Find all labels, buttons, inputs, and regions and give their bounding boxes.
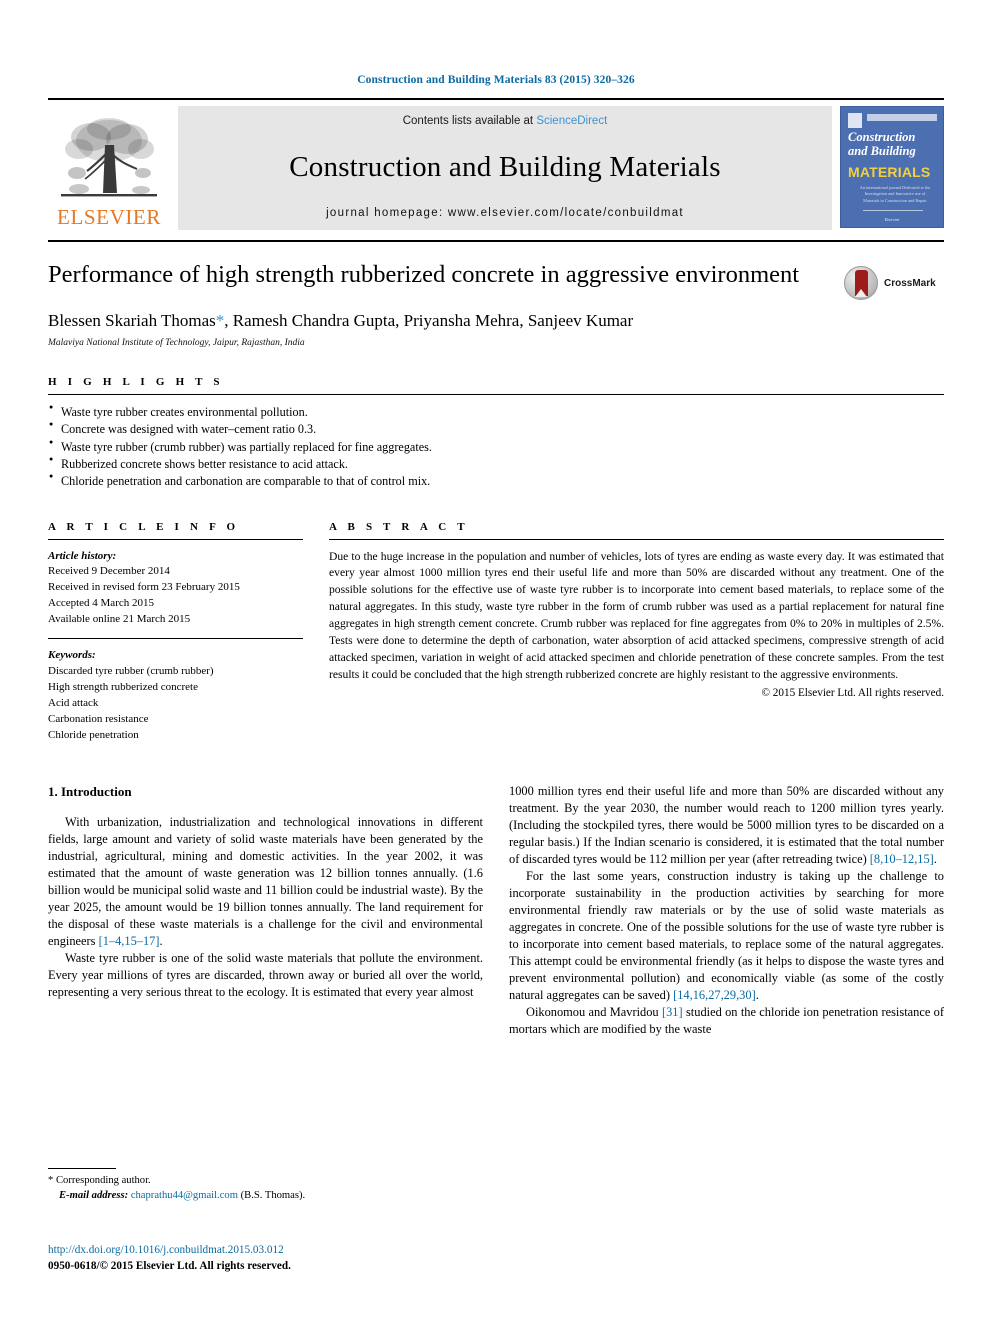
paragraph: 1000 million tyres end their useful life…: [509, 783, 944, 868]
highlights-heading: H I G H L I G H T S: [48, 375, 224, 388]
footnote-star: *: [48, 1175, 54, 1186]
crossmark-icon: [844, 266, 878, 300]
list-item: Chloride penetration and carbonation are…: [48, 472, 944, 490]
author-list: Blessen Skariah Thomas*, Ramesh Chandra …: [48, 311, 944, 331]
cover-line1-text: Construction: [848, 130, 916, 144]
highlights-rule: [48, 393, 944, 395]
cover-title-line1: Construction and Building: [848, 130, 939, 158]
banner-bottom-rule: [48, 240, 944, 242]
citation-reference[interactable]: [31]: [662, 1005, 683, 1019]
article-info-rule: [48, 538, 303, 540]
email-note: E-mail address: chaprathu44@gmail.com (B…: [48, 1189, 495, 1204]
body-column-left: 1. Introduction With urbanization, indus…: [48, 783, 483, 1038]
cover-publisher-mark-icon: [848, 113, 862, 128]
article-page: Construction and Building Materials 83 (…: [0, 0, 992, 1323]
list-item: Concrete was designed with water–cement …: [48, 420, 944, 438]
email-label: E-mail address:: [59, 1189, 129, 1201]
cover-blurb: An international journal Dedicated to th…: [859, 185, 931, 203]
cover-top-bar: [867, 114, 937, 121]
journal-homepage-link[interactable]: journal homepage: www.elsevier.com/locat…: [326, 207, 684, 219]
running-head: Construction and Building Materials 83 (…: [357, 74, 635, 86]
paragraph-text: For the last some years, construction in…: [509, 868, 944, 1002]
corresponding-author-text: Corresponding author.: [55, 1175, 151, 1186]
paragraph-text-tail: .: [159, 933, 163, 948]
keyword-item: Acid attack: [48, 696, 99, 709]
page-title: Performance of high strength rubberized …: [48, 261, 800, 288]
doi-block: http://dx.doi.org/10.1016/j.conbuildmat.…: [48, 1242, 548, 1274]
corresponding-author-note: * Corresponding author.: [48, 1174, 495, 1189]
author-primary: Blessen Skariah Thomas: [48, 310, 216, 330]
crossmark-label: CrossMark: [884, 277, 936, 289]
journal-title: Construction and Building Materials: [289, 150, 721, 183]
keyword-item: Chloride penetration: [48, 728, 139, 741]
list-item: Waste tyre rubber creates environmental …: [48, 403, 944, 421]
cover-divider: [863, 210, 923, 211]
email-link[interactable]: chaprathu44@gmail.com: [131, 1190, 238, 1201]
affiliation: Malaviya National Institute of Technolog…: [48, 337, 305, 348]
article-history-label: Article history:: [48, 549, 117, 562]
elsevier-wordmark: ELSEVIER: [57, 205, 161, 229]
paragraph-text: Oikonomou and Mavridou: [526, 1004, 662, 1019]
email-owner: (B.S. Thomas).: [240, 1189, 306, 1201]
history-item: Accepted 4 March 2015: [48, 596, 154, 609]
cover-footer: Elsevier: [884, 217, 900, 222]
title-block: Performance of high strength rubberized …: [48, 260, 944, 348]
elsevier-tree-icon: [61, 118, 157, 197]
crossmark-badge[interactable]: CrossMark: [844, 262, 944, 304]
paragraph-text-tail: .: [755, 987, 759, 1002]
keyword-item: Discarded tyre rubber (crumb rubber): [48, 664, 214, 677]
highlights-list: Waste tyre rubber creates environmental …: [48, 403, 944, 491]
authors-remaining: , Ramesh Chandra Gupta, Priyansha Mehra,…: [224, 310, 634, 330]
history-item: Available online 21 March 2015: [48, 612, 191, 625]
journal-banner: ELSEVIER Contents lists available at Sci…: [48, 98, 944, 230]
highlights-section: H I G H L I G H T S Waste tyre rubber cr…: [48, 376, 944, 491]
doi-link[interactable]: http://dx.doi.org/10.1016/j.conbuildmat.…: [48, 1242, 548, 1258]
keywords-label: Keywords:: [48, 648, 96, 661]
keyword-item: Carbonation resistance: [48, 712, 149, 725]
cover-line2-text: and Building: [848, 144, 916, 158]
article-info-heading: A R T I C L E I N F O: [48, 520, 240, 533]
body-columns: 1. Introduction With urbanization, indus…: [48, 783, 944, 1038]
abstract-column: A B S T R A C T Due to the huge increase…: [329, 521, 944, 743]
article-history: Article history: Received 9 December 201…: [48, 549, 303, 628]
paragraph-text-tail: .: [933, 851, 937, 866]
issn-copyright-line: 0950-0618/© 2015 Elsevier Ltd. All right…: [48, 1260, 291, 1273]
info-abstract-row: A R T I C L E I N F O Article history: R…: [48, 521, 944, 743]
elsevier-logo: ELSEVIER: [48, 106, 170, 230]
abstract-text: Due to the huge increase in the populati…: [329, 549, 944, 681]
keywords-rule: [48, 637, 303, 639]
section-heading-introduction: 1. Introduction: [48, 783, 132, 799]
paragraph-text: With urbanization, industrialization and…: [48, 814, 483, 948]
citation-reference[interactable]: [1–4,15–17]: [99, 934, 160, 948]
corresponding-author-marker: *: [215, 310, 225, 330]
list-item: Rubberized concrete shows better resista…: [48, 455, 944, 473]
abstract-heading: A B S T R A C T: [329, 520, 469, 533]
contents-prefix: Contents lists available at: [402, 115, 537, 127]
footnote-block: * Corresponding author. E-mail address: …: [48, 1168, 495, 1204]
keyword-item: High strength rubberized concrete: [48, 680, 198, 693]
paragraph: Waste tyre rubber is one of the solid wa…: [48, 950, 483, 999]
history-item: Received in revised form 23 February 201…: [48, 581, 240, 594]
journal-cover-thumbnail: Construction and Building MATERIALS An i…: [840, 106, 944, 228]
citation-reference[interactable]: [8,10–12,15]: [870, 852, 934, 866]
sciencedirect-link[interactable]: ScienceDirect: [536, 115, 607, 127]
history-item: Received 9 December 2014: [48, 565, 170, 578]
abstract-rule: [329, 538, 944, 540]
paragraph: With urbanization, industrialization and…: [48, 814, 483, 950]
keywords-block: Keywords: Discarded tyre rubber (crumb r…: [48, 647, 303, 743]
abstract-copyright: © 2015 Elsevier Ltd. All rights reserved…: [761, 686, 945, 699]
citation-reference[interactable]: [14,16,27,29,30]: [673, 988, 756, 1002]
footnote-rule: [48, 1168, 116, 1169]
article-info-column: A R T I C L E I N F O Article history: R…: [48, 521, 303, 743]
cover-title-line3: MATERIALS: [848, 164, 931, 180]
body-column-right: 1000 million tyres end their useful life…: [509, 783, 944, 1038]
contents-available-line: Contents lists available at ScienceDirec…: [403, 115, 608, 127]
paragraph: Oikonomou and Mavridou [31] studied on t…: [509, 1004, 944, 1038]
list-item: Waste tyre rubber (crumb rubber) was par…: [48, 437, 944, 456]
paragraph: For the last some years, construction in…: [509, 868, 944, 1004]
banner-center: Contents lists available at ScienceDirec…: [178, 106, 832, 230]
